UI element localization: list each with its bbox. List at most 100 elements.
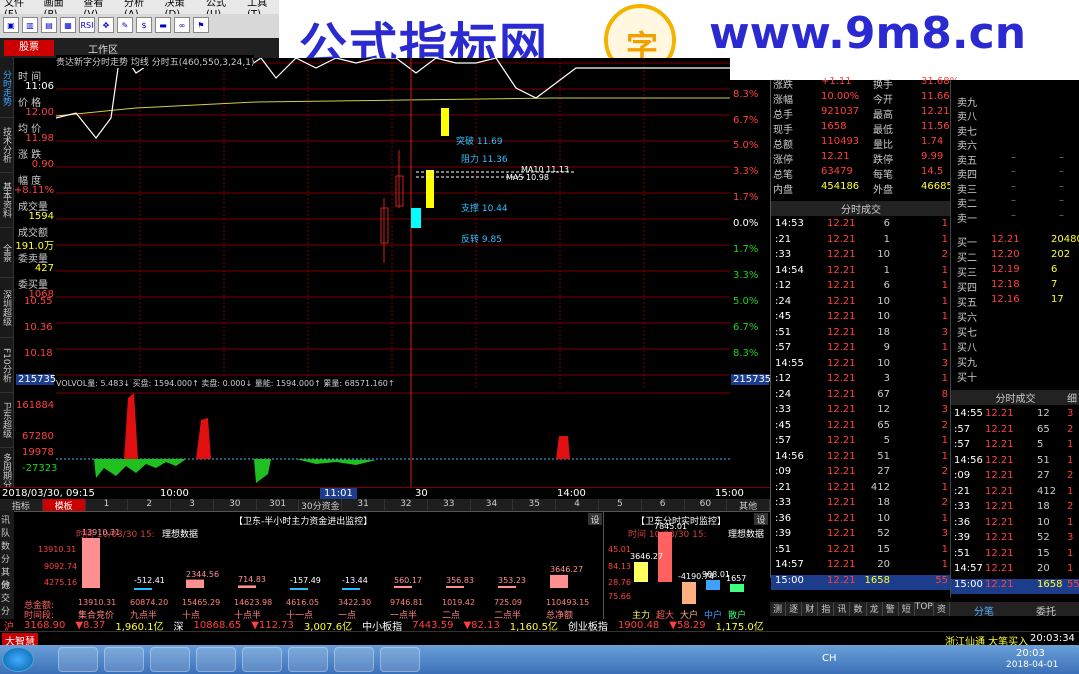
- wechat-icon[interactable]: [334, 647, 374, 672]
- sell-icon[interactable]: $: [136, 17, 152, 33]
- vtab-tech[interactable]: 技术分析: [0, 118, 13, 173]
- trade-cell: 65: [877, 419, 890, 431]
- draw-icon[interactable]: ✎: [117, 17, 133, 33]
- vtab-weidong[interactable]: 卫东超级: [0, 393, 13, 448]
- status-item: ▼58.29: [669, 619, 706, 631]
- binoculars-icon[interactable]: ∞: [174, 17, 190, 33]
- panel-side-button[interactable]: 分: [1, 552, 10, 565]
- indicator-tab[interactable]: 33: [428, 499, 471, 511]
- right-tab[interactable]: 财: [802, 602, 819, 616]
- trade-cell: :09: [775, 466, 792, 477]
- app2-icon[interactable]: [380, 647, 420, 672]
- right-tab[interactable]: 龙: [867, 602, 883, 616]
- panel1-settings[interactable]: 设: [588, 513, 602, 526]
- indicator-tab[interactable]: 30分资金: [299, 499, 343, 512]
- dzh-icon[interactable]: [288, 647, 328, 672]
- vtab-f10[interactable]: F10分析: [0, 338, 13, 393]
- vtab-all[interactable]: 全景: [0, 228, 13, 278]
- capital-bar-value: 3646.27: [550, 564, 584, 574]
- right-tab[interactable]: TOP: [915, 602, 934, 616]
- ask-level: 卖二: [957, 199, 977, 210]
- tab-workspace[interactable]: 工作区: [88, 41, 118, 56]
- ie-icon[interactable]: [242, 647, 282, 672]
- vtab-deep[interactable]: 深圳超级: [0, 278, 13, 338]
- indicator-tab[interactable]: 30: [214, 499, 257, 511]
- trade-list-header: 分时成交: [771, 201, 951, 216]
- volume-chart[interactable]: VOLVOL量: 5.483↓ 买盘: 1594.000↑ 卖盘: 0.000↓…: [56, 378, 730, 488]
- indicator-tab[interactable]: 2: [128, 499, 172, 511]
- indicator-tabs[interactable]: 指标 模板 1 2 3 30 301 30分资金 31 32 33 34 35 4 5 6 60 其他: [0, 499, 771, 512]
- vtab-intraday[interactable]: 分时走势: [0, 58, 13, 118]
- indicator-tab[interactable]: 6: [642, 499, 685, 511]
- start-button[interactable]: [2, 647, 34, 672]
- indicator-tab[interactable]: 32: [385, 499, 428, 511]
- right-tab[interactable]: 逐: [786, 602, 803, 616]
- ask-level: 卖七: [957, 126, 977, 138]
- annot-ma5: MA5 10.98: [506, 173, 549, 182]
- trade-cell: :57: [954, 423, 971, 435]
- right-tab[interactable]: 测: [770, 602, 787, 616]
- panel-side-button[interactable]: 分: [1, 578, 10, 591]
- ask-dash: –: [1011, 209, 1016, 221]
- panel-side-button[interactable]: 分: [1, 604, 10, 617]
- window-icon[interactable]: ▬: [155, 17, 171, 33]
- trade-cell: :33: [954, 501, 971, 512]
- app-icon[interactable]: [104, 647, 144, 672]
- browser-icon[interactable]: [150, 647, 190, 672]
- indicator-tab[interactable]: 指标: [0, 499, 43, 512]
- trade-cell: 12.21: [827, 497, 856, 508]
- indicator-tab[interactable]: 3: [171, 499, 214, 511]
- trade-cell: 2: [941, 249, 948, 260]
- indicator-tab[interactable]: 34: [471, 499, 514, 511]
- panel-side-button[interactable]: 交: [1, 591, 10, 604]
- stat-cell: 454186: [821, 181, 860, 192]
- indicator-tab[interactable]: 4: [556, 499, 599, 511]
- trade-cell: :24: [775, 388, 792, 400]
- trade-cell: :39: [775, 528, 792, 539]
- right-tab[interactable]: 讯: [834, 602, 851, 616]
- right-tab[interactable]: 数: [850, 602, 867, 616]
- trade-cell: :09: [954, 470, 971, 481]
- indicator-tab[interactable]: 35: [513, 499, 557, 511]
- wh6-icon[interactable]: [196, 647, 236, 672]
- grid-icon[interactable]: ▦: [60, 17, 76, 33]
- right-tab[interactable]: 警: [883, 602, 899, 616]
- btn-tick[interactable]: 分笔: [974, 603, 994, 618]
- right-tab[interactable]: 指: [818, 602, 835, 616]
- trade-cell: 12.21: [827, 373, 856, 384]
- btn-order[interactable]: 委托: [1036, 603, 1056, 618]
- banner-site: www.9m8.cn: [709, 8, 1027, 59]
- trade-cell: 1: [1067, 516, 1074, 528]
- indicator-tab[interactable]: 1: [86, 499, 129, 511]
- vol-tick: 67280: [22, 431, 54, 442]
- trade-cell: 1: [941, 481, 948, 493]
- tab-stock[interactable]: 股票: [4, 40, 54, 56]
- chart-icon[interactable]: ▥: [22, 17, 38, 33]
- kline-icon[interactable]: ▤: [41, 17, 57, 33]
- indicator-tab[interactable]: 5: [599, 499, 642, 511]
- right-tab[interactable]: 短: [899, 602, 915, 616]
- indicator-tab[interactable]: 模板: [42, 499, 86, 512]
- panel2-settings[interactable]: 设: [754, 513, 768, 526]
- explorer-icon[interactable]: [58, 647, 98, 672]
- save-icon[interactable]: ▣: [3, 17, 19, 33]
- indicator-tab[interactable]: 31: [342, 499, 386, 511]
- indicator-tab[interactable]: 其他: [727, 499, 771, 512]
- trade-cell: 20: [1037, 563, 1050, 574]
- indicator-tab[interactable]: 60: [685, 499, 728, 511]
- trade-cell: 12.21: [985, 485, 1014, 497]
- trade-cell: 12.21: [827, 481, 856, 493]
- vtab-basic[interactable]: 基本资料: [0, 173, 13, 228]
- move-icon[interactable]: ✥: [98, 17, 114, 33]
- panel-side-button[interactable]: 讯: [1, 513, 10, 526]
- rsi-icon[interactable]: RSI: [79, 17, 95, 33]
- panel-side-button[interactable]: 数: [1, 539, 10, 552]
- right-tab[interactable]: 资: [934, 602, 950, 616]
- flag-icon[interactable]: ⚑: [193, 17, 209, 33]
- indicator-tab[interactable]: 301: [257, 499, 300, 511]
- trade-cell: 412: [1037, 485, 1057, 497]
- intraday-chart[interactable]: 贵达新字分时走势 均线 分时五(460,550,3,24,1) 突破 11.69…: [55, 55, 730, 388]
- panel-side-button[interactable]: 队: [1, 526, 10, 539]
- detail-button[interactable]: 细: [1067, 390, 1077, 405]
- monitor-bar: [634, 562, 648, 582]
